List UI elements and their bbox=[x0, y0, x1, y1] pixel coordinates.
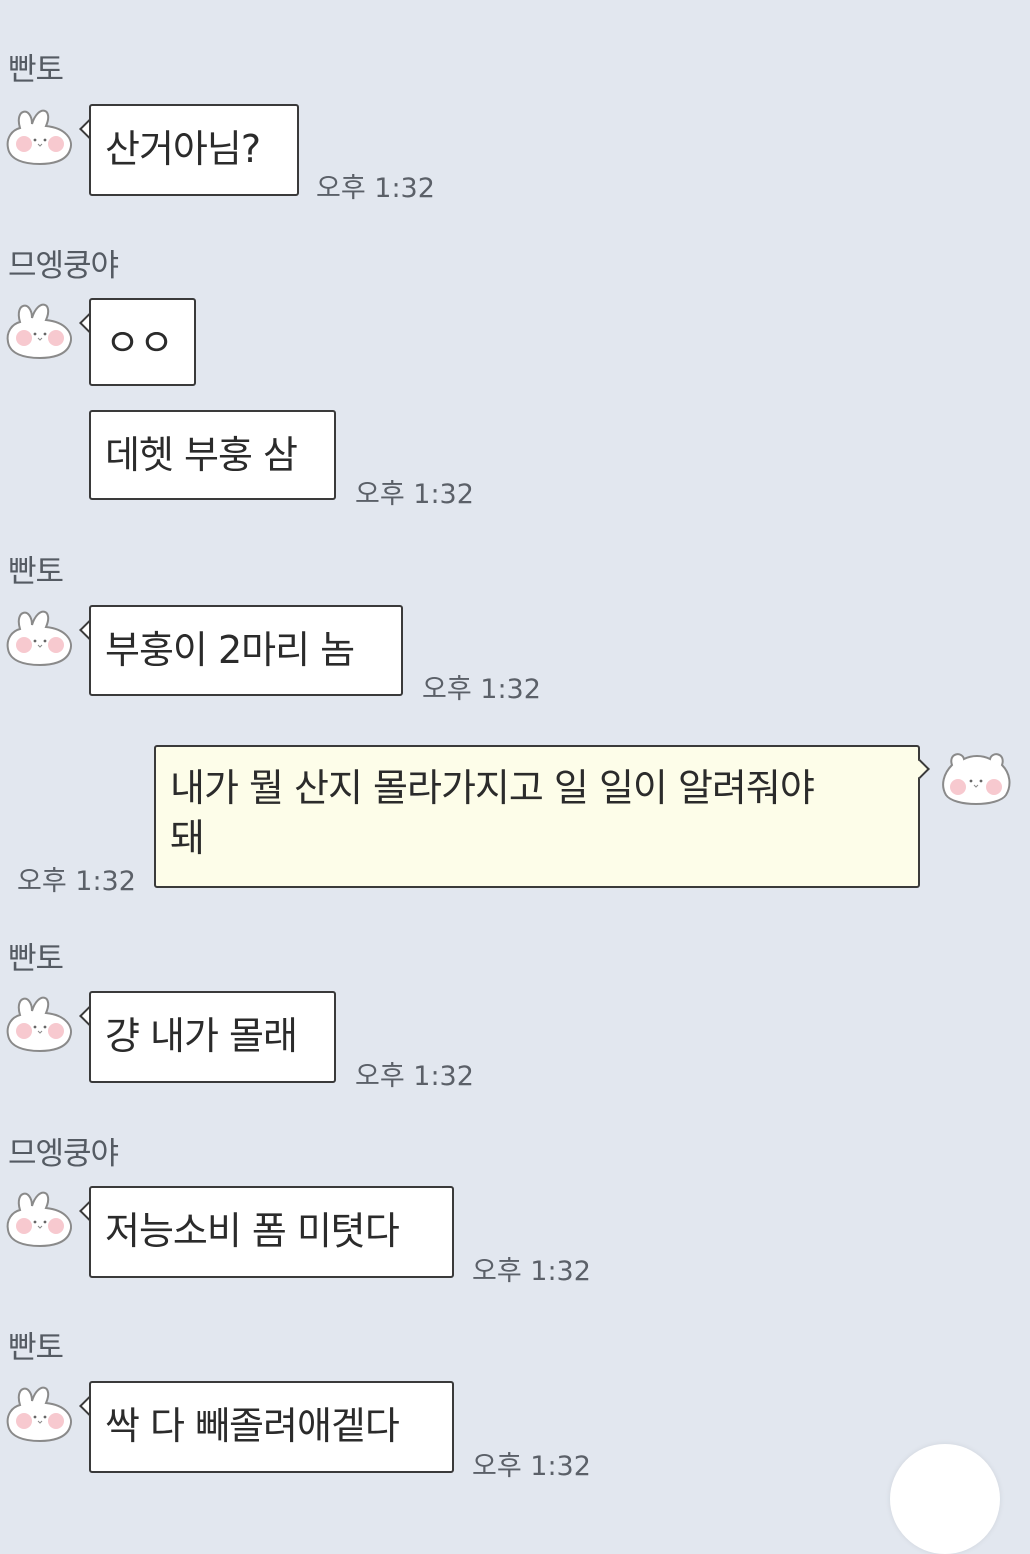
sender-name: 빤토 bbox=[8, 52, 64, 88]
bunny-avatar-icon[interactable] bbox=[4, 989, 76, 1053]
message-bubble[interactable]: 싹 다 빼졸려애겥다 bbox=[89, 1381, 454, 1473]
message-bubble[interactable]: 산거아님? bbox=[89, 104, 299, 196]
message-bubble[interactable]: 데헷 부훙 삼 bbox=[89, 410, 336, 500]
message-time: 오후 1:32 bbox=[355, 1061, 474, 1092]
bunny-avatar-icon[interactable] bbox=[4, 102, 76, 166]
message-bubble[interactable]: 저능소비 폼 미텻다 bbox=[89, 1186, 454, 1278]
scroll-down-button[interactable] bbox=[890, 1444, 1000, 1554]
bunny-avatar-icon[interactable] bbox=[4, 1184, 76, 1248]
sender-name: 빤토 bbox=[8, 941, 64, 977]
bunny-avatar-icon[interactable] bbox=[4, 603, 76, 667]
message-bubble[interactable]: 걍 내가 몰래 bbox=[89, 991, 336, 1083]
sender-name: 빤토 bbox=[8, 1330, 64, 1366]
message-time: 오후 1:32 bbox=[355, 479, 474, 510]
message-time: 오후 1:32 bbox=[472, 1451, 591, 1482]
bunny-avatar-icon[interactable] bbox=[4, 1379, 76, 1443]
message-bubble[interactable]: ㅇㅇ bbox=[89, 298, 196, 386]
message-bubble[interactable]: 부훙이 2마리 놈 bbox=[89, 605, 403, 696]
message-time: 오후 1:32 bbox=[472, 1256, 591, 1287]
bunny-avatar-icon[interactable] bbox=[4, 296, 76, 360]
sender-name: 므엥쿵야 bbox=[8, 248, 119, 284]
message-time: 오후 1:32 bbox=[316, 173, 435, 204]
sender-name: 빤토 bbox=[8, 554, 64, 590]
bear-avatar-icon[interactable] bbox=[940, 745, 1012, 809]
message-time: 오후 1:32 bbox=[422, 674, 541, 705]
message-time: 오후 1:32 bbox=[17, 866, 136, 897]
my-message-bubble[interactable]: 내가 뭘 산지 몰라가지고 일 일이 알려줘야 돼 bbox=[154, 745, 920, 888]
sender-name: 므엥쿵야 bbox=[8, 1136, 119, 1172]
